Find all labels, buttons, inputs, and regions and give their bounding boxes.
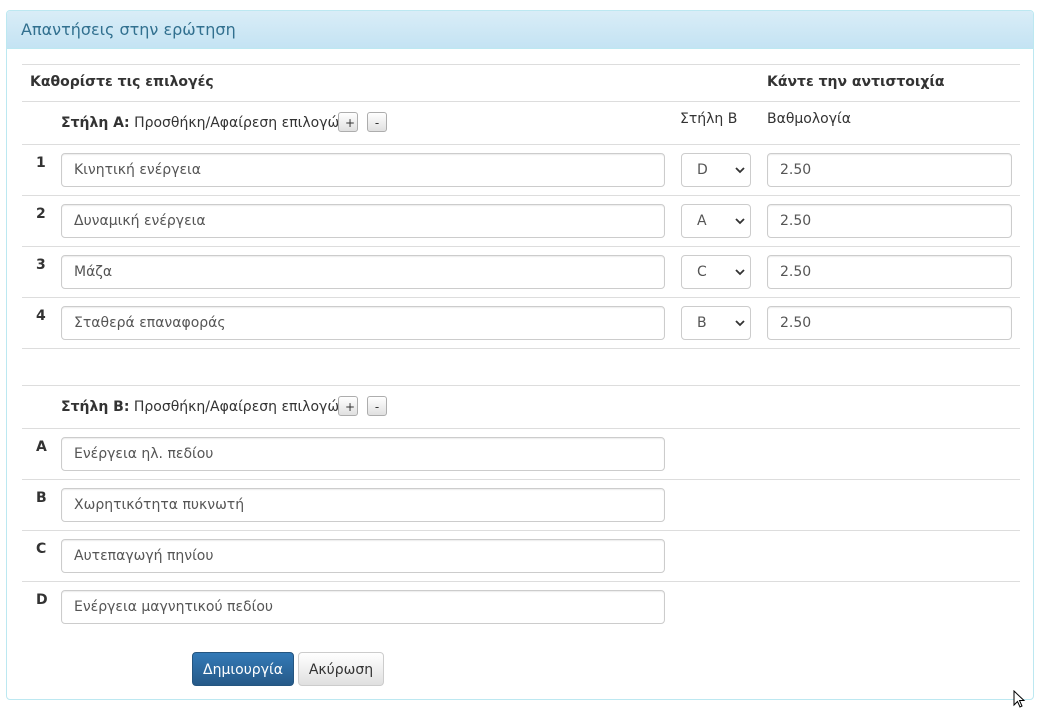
score-input[interactable] bbox=[767, 306, 1012, 340]
divider bbox=[22, 479, 1020, 480]
divider bbox=[22, 64, 1020, 65]
mouse-cursor-icon bbox=[1013, 690, 1026, 708]
divider bbox=[22, 581, 1020, 582]
column-b-option-input[interactable] bbox=[61, 539, 665, 573]
match-select[interactable]: B bbox=[681, 306, 751, 340]
row-number: 3 bbox=[36, 257, 46, 273]
row-letter: A bbox=[36, 439, 47, 455]
score-header: Βαθμολογία bbox=[767, 111, 851, 127]
column-a-option-input[interactable] bbox=[61, 255, 665, 289]
divider bbox=[22, 297, 1020, 298]
column-a-controls-label: Στήλη Α: Προσθήκη/Αφαίρεση επιλογών: bbox=[61, 115, 352, 131]
column-a-title: Στήλη Α: bbox=[61, 115, 130, 131]
row-letter: B bbox=[36, 490, 47, 506]
row-number: 1 bbox=[36, 155, 46, 171]
divider bbox=[22, 144, 1020, 145]
score-input[interactable] bbox=[767, 204, 1012, 238]
match-select[interactable]: D bbox=[681, 153, 751, 187]
match-select-value: C bbox=[697, 264, 707, 280]
match-select-value: B bbox=[697, 315, 707, 331]
column-a-remove-button[interactable]: - bbox=[367, 112, 387, 132]
divider bbox=[22, 348, 1020, 349]
column-b-controls-label: Στήλη Β: Προσθήκη/Αφαίρεση επιλογών: bbox=[61, 399, 352, 415]
column-b-add-button[interactable]: + bbox=[338, 396, 358, 416]
score-input[interactable] bbox=[767, 153, 1012, 187]
match-select[interactable]: C bbox=[681, 255, 751, 289]
match-heading: Κάντε την αντιστοιχία bbox=[767, 74, 945, 90]
row-number: 2 bbox=[36, 206, 46, 222]
create-button[interactable]: Δημιουργία bbox=[192, 652, 294, 686]
column-a-option-input[interactable] bbox=[61, 204, 665, 238]
column-a-add-remove-label: Προσθήκη/Αφαίρεση επιλογών: bbox=[134, 115, 352, 131]
chevron-down-icon bbox=[735, 269, 745, 276]
define-options-heading: Καθορίστε τις επιλογές bbox=[30, 74, 214, 90]
column-b-option-input[interactable] bbox=[61, 590, 665, 624]
column-b-option-input[interactable] bbox=[61, 488, 665, 522]
column-a-option-input[interactable] bbox=[61, 306, 665, 340]
column-a-add-button[interactable]: + bbox=[338, 112, 358, 132]
column-b-title: Στήλη Β: bbox=[61, 399, 130, 415]
match-select-value: D bbox=[697, 162, 708, 178]
divider bbox=[22, 385, 1020, 386]
score-input[interactable] bbox=[767, 255, 1012, 289]
divider bbox=[22, 530, 1020, 531]
match-select[interactable]: A bbox=[681, 204, 751, 238]
column-b-add-remove-label: Προσθήκη/Αφαίρεση επιλογών: bbox=[133, 399, 352, 415]
divider bbox=[22, 195, 1020, 196]
divider bbox=[22, 101, 1020, 102]
chevron-down-icon bbox=[735, 218, 745, 225]
row-letter: C bbox=[36, 541, 47, 557]
cancel-button[interactable]: Ακύρωση bbox=[298, 652, 384, 686]
match-select-value: A bbox=[697, 213, 707, 229]
row-number: 4 bbox=[36, 308, 46, 324]
chevron-down-icon bbox=[735, 167, 745, 174]
divider bbox=[22, 428, 1020, 429]
chevron-down-icon bbox=[735, 320, 745, 327]
column-a-option-input[interactable] bbox=[61, 153, 665, 187]
panel-title: Απαντήσεις στην ερώτηση bbox=[7, 11, 1033, 49]
column-b-option-input[interactable] bbox=[61, 437, 665, 471]
row-letter: D bbox=[36, 592, 48, 608]
column-b-remove-button[interactable]: - bbox=[367, 396, 387, 416]
divider bbox=[22, 246, 1020, 247]
column-b-header: Στήλη Β bbox=[680, 111, 738, 127]
